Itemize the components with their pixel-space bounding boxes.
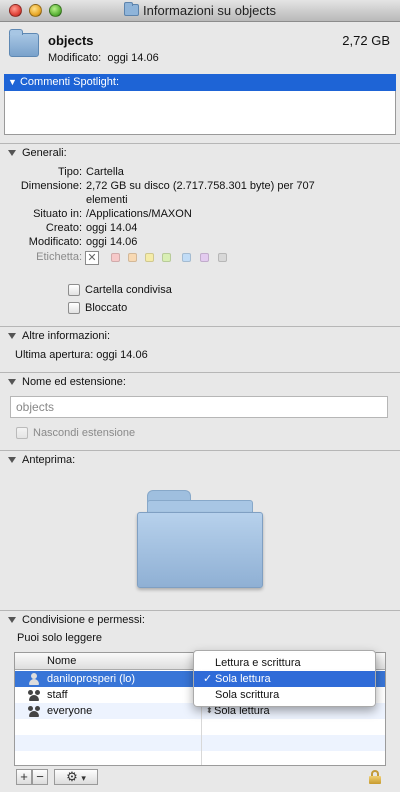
hide-extension-label: Nascondi estensione (33, 427, 136, 439)
label-color-gray[interactable] (218, 253, 227, 262)
item-name: objects (48, 33, 94, 48)
label-color-yellow[interactable] (145, 253, 154, 262)
item-size: 2,72 GB (342, 33, 390, 48)
locked-label: Bloccato (85, 302, 128, 314)
disclosure-triangle-icon (8, 333, 16, 339)
no-label-button[interactable]: ✕ (85, 251, 99, 265)
spotlight-comments-header[interactable]: ▼ Commenti Spotlight: (4, 74, 396, 91)
folder-icon (9, 29, 39, 57)
section-more-info-title: Altre informazioni: (22, 330, 111, 342)
window-title-wrap: Informazioni su objects (0, 2, 400, 18)
menu-item-read-only[interactable]: ✓ Sola lettura (194, 671, 375, 687)
label-color-red[interactable] (111, 253, 120, 262)
checkmark-icon: ✓ (203, 673, 213, 685)
label-color-green[interactable] (162, 253, 171, 262)
disclosure-triangle-icon (8, 617, 16, 623)
action-menu-button[interactable]: ⚙ ▾ (54, 769, 98, 785)
folder-front (137, 512, 263, 588)
lock-body (369, 776, 381, 784)
title-bar: Informazioni su objects (0, 0, 400, 22)
menu-item-write-only[interactable]: Sola scrittura (194, 687, 375, 703)
section-more-info-header[interactable]: Altre informazioni: (0, 326, 400, 344)
section-name-ext-title: Nome ed estensione: (22, 376, 126, 388)
shared-folder-label: Cartella condivisa (85, 284, 172, 296)
type-label: Tipo: (57, 166, 82, 178)
created-value: oggi 14.04 (86, 222, 138, 234)
close-icon: ✕ (87, 252, 97, 264)
size-value-cont: elementi (86, 194, 128, 206)
label-color-purple[interactable] (200, 253, 209, 262)
modified-value: oggi 14.06 (107, 52, 159, 64)
section-general-header[interactable]: Generali: (0, 143, 400, 161)
disclosure-triangle-icon: ▼ (8, 77, 17, 87)
user-name: everyone (47, 705, 93, 717)
gear-icon: ⚙ (66, 769, 78, 784)
section-preview-header[interactable]: Anteprima: (0, 450, 400, 468)
section-sharing-header[interactable]: Condivisione e permessi: (0, 610, 400, 628)
modified-label: Modificato: (48, 52, 102, 64)
modified-row-label: Modificato: (28, 236, 82, 248)
disclosure-triangle-icon (8, 457, 16, 463)
user-icon (28, 673, 40, 685)
section-preview-title: Anteprima: (22, 454, 76, 466)
location-value: /Applications/MAXON (86, 208, 192, 220)
folder-preview-icon (137, 490, 263, 588)
section-sharing-title: Condivisione e permessi: (22, 614, 145, 626)
spotlight-comments-label: Commenti Spotlight: (19, 76, 120, 88)
item-modified: Modificato: oggi 14.06 (48, 52, 159, 64)
locked-checkbox[interactable] (68, 302, 80, 314)
tag-label: Etichetta: (36, 251, 82, 263)
table-row-empty (15, 735, 385, 751)
remove-user-button[interactable]: − (32, 769, 48, 785)
privilege-popup-menu: Lettura e scrittura ✓ Sola lettura Sola s… (193, 650, 376, 707)
hide-extension-checkbox[interactable] (16, 427, 28, 439)
section-general-title: Generali: (22, 147, 67, 159)
table-row-empty (15, 751, 385, 765)
lock-icon[interactable] (369, 770, 381, 784)
user-name: staff (47, 689, 68, 701)
location-label: Situato in: (33, 208, 82, 220)
label-color-blue[interactable] (182, 253, 191, 262)
chevron-down-icon: ▾ (81, 773, 86, 783)
type-value: Cartella (86, 166, 124, 178)
folder-icon (124, 2, 140, 16)
add-user-button[interactable]: + (16, 769, 32, 785)
permission-info: Puoi solo leggere (17, 632, 103, 644)
size-value: 2,72 GB su disco (2.717.758.301 byte) pe… (86, 180, 315, 192)
modified-row-value: oggi 14.06 (86, 236, 138, 248)
disclosure-triangle-icon (8, 379, 16, 385)
group-icon (28, 705, 40, 717)
spotlight-comments-field[interactable] (4, 91, 396, 135)
disclosure-triangle-icon (8, 150, 16, 156)
last-opened: Ultima apertura: oggi 14.06 (15, 349, 148, 361)
shared-folder-checkbox[interactable] (68, 284, 80, 296)
info-header: objects 2,72 GB Modificato: oggi 14.06 (0, 22, 400, 70)
window-title: Informazioni su objects (143, 3, 276, 18)
created-label: Creato: (45, 222, 82, 234)
group-icon (28, 689, 40, 701)
menu-item-read-only-label: Sola lettura (215, 673, 271, 685)
label-color-orange[interactable] (128, 253, 137, 262)
menu-item-read-write[interactable]: Lettura e scrittura (194, 655, 375, 671)
size-label: Dimensione: (20, 180, 82, 192)
user-name: daniloprosperi (lo) (47, 673, 136, 685)
column-header-name[interactable]: Nome (15, 653, 201, 670)
table-row-empty (15, 719, 385, 735)
section-name-ext-header[interactable]: Nome ed estensione: (0, 372, 400, 390)
filename-field[interactable]: objects (10, 396, 388, 418)
